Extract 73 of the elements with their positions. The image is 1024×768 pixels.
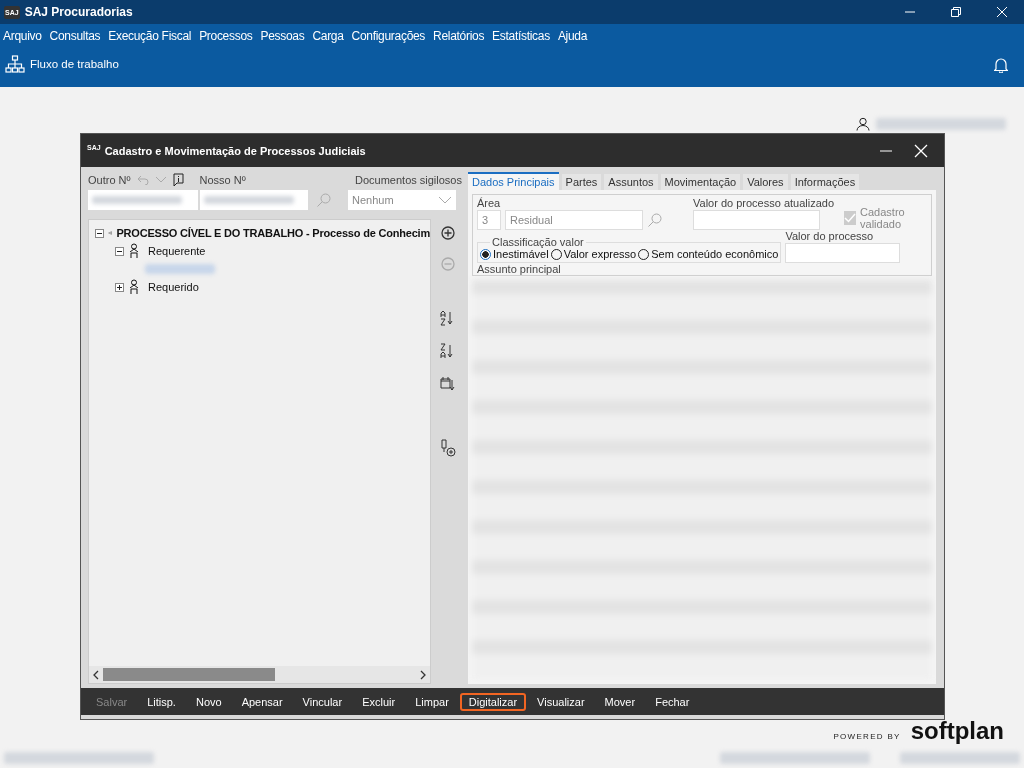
group-label: Classificação valor: [491, 236, 585, 248]
attach-add-icon[interactable]: [440, 439, 456, 457]
toolbar-button[interactable]: Fechar: [646, 692, 699, 711]
user-icon[interactable]: [856, 117, 870, 131]
toolbar-button[interactable]: Apensar: [232, 692, 292, 711]
toolbar-button[interactable]: Vincular: [293, 692, 352, 711]
expander-icon[interactable]: [115, 282, 124, 292]
field-label: Área: [477, 197, 502, 209]
person-icon: [128, 279, 140, 295]
menu-item[interactable]: Configurações: [351, 29, 430, 43]
field-label: Documentos sigilosos: [355, 174, 462, 186]
redacted-block: [145, 264, 215, 274]
tree-item[interactable]: Requerente: [148, 245, 206, 257]
tab[interactable]: Assuntos: [604, 174, 658, 190]
tab[interactable]: Movimentação: [660, 174, 741, 190]
toolbar-button[interactable]: Limpar: [406, 692, 458, 711]
chevron-down-icon: [438, 196, 452, 204]
menu-item[interactable]: Pessoas: [260, 29, 309, 43]
info-icon[interactable]: [172, 173, 184, 187]
menu-item[interactable]: Execução Fiscal: [108, 29, 196, 43]
scroll-left-icon[interactable]: [93, 669, 99, 680]
input-field[interactable]: [785, 243, 901, 263]
tab[interactable]: Informações: [790, 174, 860, 190]
tab[interactable]: Valores: [743, 174, 788, 190]
input-field[interactable]: [88, 190, 198, 210]
toolbar-button[interactable]: Novo: [186, 692, 231, 711]
notification-bell-icon[interactable]: [994, 56, 1008, 73]
field-label: Assunto principal: [477, 263, 562, 275]
menu-item[interactable]: Arquivo: [3, 29, 46, 43]
tree-item[interactable]: Requerido: [148, 281, 199, 293]
input-field[interactable]: 3: [477, 210, 501, 230]
menu-item[interactable]: Relatórios: [433, 29, 489, 43]
add-circle-icon[interactable]: [441, 226, 455, 240]
field-label: Valor do processo: [785, 230, 875, 242]
input-field[interactable]: Residual: [505, 210, 643, 230]
powered-by-label: POWERED BY: [833, 732, 901, 741]
checkbox-label: Cadastro validado: [860, 206, 906, 230]
scrollbar-thumb[interactable]: [103, 668, 276, 681]
tab[interactable]: Partes: [561, 174, 602, 190]
expander-icon[interactable]: [115, 246, 124, 256]
field-label: Nosso Nº: [199, 174, 246, 186]
app-title: SAJ Procuradorias: [24, 5, 133, 19]
toolbar-button[interactable]: Excluir: [353, 692, 405, 711]
hierarchy-icon: [5, 54, 25, 73]
menu-item[interactable]: Carga: [312, 29, 348, 43]
menu-item[interactable]: Estatísticas: [492, 29, 554, 43]
menu-item[interactable]: Processos: [199, 29, 257, 43]
dropdown[interactable]: Nenhum: [348, 190, 456, 210]
toolbar-button[interactable]: Litisp.: [138, 692, 185, 711]
menu-item[interactable]: Ajuda: [557, 29, 592, 43]
input-field[interactable]: [200, 190, 308, 210]
scroll-right-icon[interactable]: [420, 669, 426, 680]
toolbar-button[interactable]: Visualizar: [528, 692, 594, 711]
input-field[interactable]: [693, 210, 820, 230]
restore-icon[interactable]: [950, 6, 962, 18]
radio-option[interactable]: Valor expresso: [550, 248, 637, 260]
workflow-button[interactable]: Fluxo de trabalho: [5, 54, 119, 73]
field-label: Outro Nº: [88, 174, 131, 186]
brand-logo: softplan: [910, 718, 1004, 744]
expander-icon[interactable]: [95, 228, 104, 238]
dialog-title: Cadastro e Movimentação de Processos Judiciais: [104, 144, 366, 157]
tab[interactable]: Dados Principais: [468, 172, 559, 190]
menu-item[interactable]: Consultas: [49, 29, 105, 43]
calendar-sort-icon[interactable]: [440, 376, 456, 392]
close-icon[interactable]: [996, 6, 1008, 18]
radio-option[interactable]: Sem conteúdo econômico: [638, 248, 779, 260]
toolbar-button[interactable]: Digitalizar: [459, 692, 527, 711]
tree-item[interactable]: PROCESSO CÍVEL E DO TRABALHO - Processo de Conhecim: [116, 227, 430, 239]
person-icon: [128, 243, 140, 259]
toolbar-button[interactable]: Mover: [595, 692, 645, 711]
field-label: Valor do processo atualizado: [693, 197, 835, 209]
radio-option[interactable]: Inestimável: [480, 248, 549, 260]
close-icon[interactable]: [914, 143, 928, 158]
